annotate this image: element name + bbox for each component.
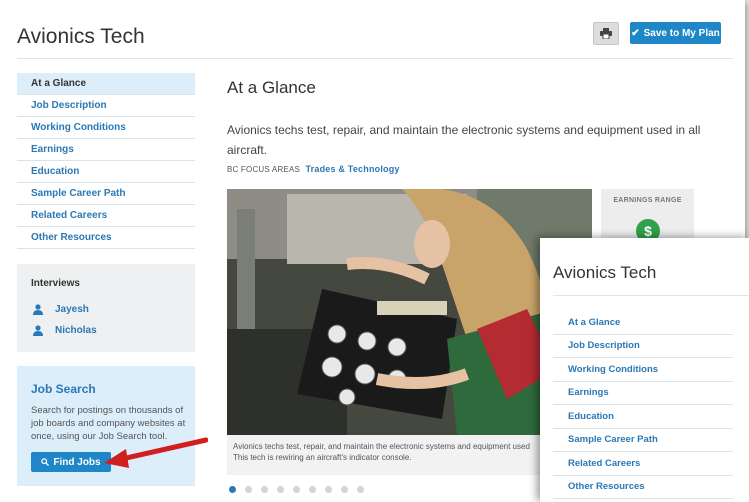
save-to-plan-button[interactable]: ✔ Save to My Plan [630,22,721,44]
sidebar-item-education[interactable]: Education [17,161,195,183]
interviews-heading: Interviews [31,278,80,289]
inset-title: Avionics Tech [553,263,657,282]
intro-text: Avionics techs test, repair, and maintai… [227,123,701,157]
inset-item-sample-career-path[interactable]: Sample Career Path [553,429,733,452]
page-title: Avionics Tech [17,25,145,48]
carousel-dot[interactable] [293,486,300,493]
save-to-plan-label: Save to My Plan [643,27,720,39]
carousel-dot[interactable] [325,486,332,493]
sidebar-item-related-careers[interactable]: Related Careers [17,205,195,227]
interview-name: Nicholas [55,325,97,336]
sidebar-item-other-resources[interactable]: Other Resources [17,227,195,249]
inset-divider [553,295,749,296]
sidebar-item-working-conditions[interactable]: Working Conditions [17,117,195,139]
caption-line-2: This tech is rewiring an aircraft's indi… [233,453,412,462]
check-icon: ✔ [631,27,640,39]
zoomed-inset: Avionics Tech At a Glance Job Descriptio… [540,238,749,502]
earnings-range-heading: EARNINGS RANGE [613,197,682,204]
inset-item-education[interactable]: Education [553,405,733,429]
focus-areas: BC FOCUS AREAS Trades & Technology [227,164,400,174]
job-search-heading: Job Search [31,382,96,396]
photo-caption: Avionics techs test, repair, and maintai… [227,435,592,475]
header-divider [17,58,733,59]
person-icon [33,304,43,315]
find-jobs-label: Find Jobs [53,456,101,468]
carousel-dots [229,486,364,493]
printer-icon [600,28,612,39]
carousel-dot[interactable] [309,486,316,493]
focus-label: BC FOCUS AREAS [227,165,301,174]
career-photo [227,189,592,435]
inset-item-at-a-glance[interactable]: At a Glance [553,311,733,335]
print-button[interactable] [593,22,619,45]
inset-item-job-description[interactable]: Job Description [553,335,733,358]
carousel-dot[interactable] [229,486,236,493]
carousel-dot[interactable] [357,486,364,493]
sidebar-item-earnings[interactable]: Earnings [17,139,195,161]
red-arrow-annotation [104,437,208,468]
carousel-dot[interactable] [341,486,348,493]
sidebar-item-job-description[interactable]: Job Description [17,95,195,117]
sidebar-item-sample-career-path[interactable]: Sample Career Path [17,183,195,205]
inset-item-earnings[interactable]: Earnings [553,382,733,405]
inset-item-related-careers[interactable]: Related Careers [553,452,733,476]
interview-link-jayesh[interactable]: Jayesh [33,304,89,315]
person-icon [33,325,43,336]
sidebar-item-at-a-glance[interactable]: At a Glance [17,73,195,95]
carousel-dot[interactable] [277,486,284,493]
inset-sidebar-nav: At a Glance Job Description Working Cond… [553,311,733,499]
interviews-panel: Interviews Jayesh Nicholas [17,264,195,352]
sidebar-nav: At a Glance Job Description Working Cond… [17,73,195,249]
inset-item-working-conditions[interactable]: Working Conditions [553,358,733,382]
caption-line-1: Avionics techs test, repair, and maintai… [233,442,530,451]
search-icon [41,458,50,466]
carousel-dot[interactable] [245,486,252,493]
interview-name: Jayesh [55,304,89,315]
inset-item-other-resources[interactable]: Other Resources [553,476,733,499]
interview-link-nicholas[interactable]: Nicholas [33,325,97,336]
section-heading: At a Glance [227,78,316,97]
focus-area-link[interactable]: Trades & Technology [305,164,399,174]
carousel-dot[interactable] [261,486,268,493]
